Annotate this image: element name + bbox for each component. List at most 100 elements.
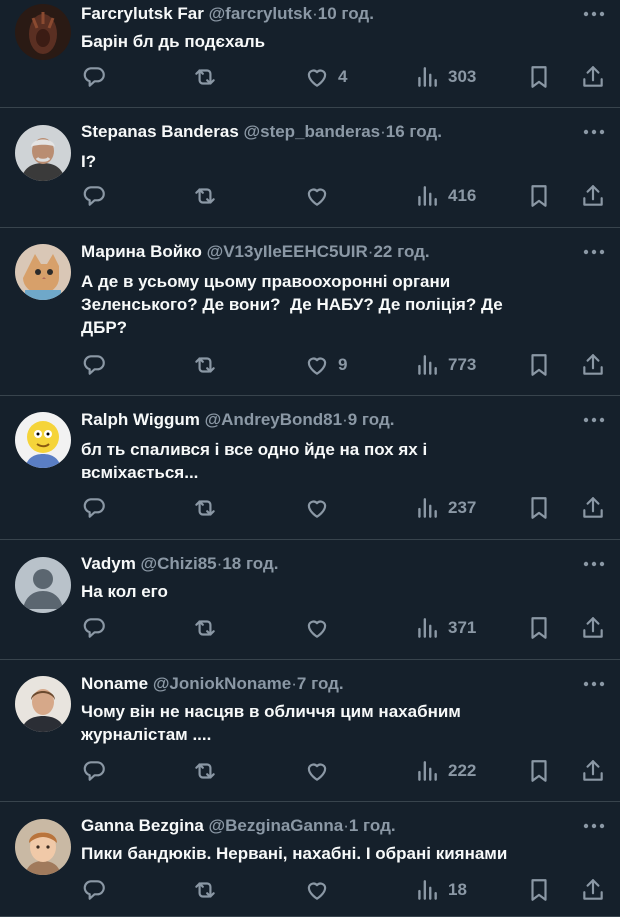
more-options-icon[interactable]	[580, 816, 608, 836]
share-button[interactable]	[580, 493, 606, 523]
retweet-button[interactable]	[192, 613, 218, 643]
views-count: 303	[448, 67, 477, 86]
more-options-icon[interactable]	[580, 4, 608, 24]
reply-button[interactable]	[81, 181, 107, 211]
views-count: 773	[448, 355, 477, 374]
timestamp[interactable]: 18 год.	[222, 554, 278, 573]
views-button[interactable]: 237	[414, 493, 476, 523]
retweet-icon	[192, 758, 218, 784]
display-name[interactable]: Ralph Wiggum	[81, 410, 200, 429]
bookmark-button[interactable]	[526, 62, 552, 92]
reply-button[interactable]	[81, 875, 107, 905]
retweet-button[interactable]	[192, 875, 218, 905]
share-button[interactable]	[580, 875, 606, 905]
reply-icon	[81, 877, 107, 903]
like-button[interactable]	[304, 181, 338, 211]
views-button[interactable]: 303	[414, 62, 476, 92]
retweet-button[interactable]	[192, 350, 218, 380]
timestamp[interactable]: 22 год.	[373, 242, 429, 261]
retweet-icon	[192, 352, 218, 378]
more-options-icon[interactable]	[580, 554, 608, 574]
retweet-button[interactable]	[192, 756, 218, 786]
timestamp[interactable]: 16 год.	[386, 122, 442, 141]
retweet-button[interactable]	[192, 62, 218, 92]
display-name[interactable]: Noname	[81, 674, 148, 693]
tweet[interactable]: Farcrylutsk Far @farcrylutsk·10 год. Барі…	[0, 0, 620, 108]
more-options-icon[interactable]	[580, 674, 608, 694]
timestamp[interactable]: 7 год.	[297, 674, 344, 693]
tweet[interactable]: Stepanas Banderas @step_banderas·16 год.…	[0, 108, 620, 228]
bookmark-button[interactable]	[526, 181, 552, 211]
tweet-actions: 18	[0, 875, 620, 905]
tweet-actions: 222	[0, 756, 620, 786]
tweet[interactable]: Марина Войко @V13yIleEEHC5UIR·22 год. А д…	[0, 228, 620, 396]
display-name[interactable]: Vadym	[81, 554, 136, 573]
like-button[interactable]: 9	[304, 350, 347, 380]
share-button[interactable]	[580, 756, 606, 786]
tweet-text: Чому він не насцяв в обличчя цим нахабни…	[81, 702, 461, 744]
tweet[interactable]: Vadym @Chizi85·18 год. На кол его 371	[0, 540, 620, 660]
username-handle[interactable]: @farcrylutsk	[209, 4, 313, 23]
avatar[interactable]	[15, 4, 71, 60]
more-options-icon[interactable]	[580, 122, 608, 142]
reply-button[interactable]	[81, 493, 107, 523]
display-name[interactable]: Farcrylutsk Far	[81, 4, 204, 23]
display-name[interactable]: Марина Войко	[81, 242, 202, 261]
tweet-text: Барін бл дь подєхаль	[81, 32, 266, 51]
share-button[interactable]	[580, 350, 606, 380]
tweet[interactable]: Noname @JoniokNoname·7 год. Чому він не н…	[0, 660, 620, 802]
retweet-button[interactable]	[192, 493, 218, 523]
tweet[interactable]: Ganna Bezgina @BezginaGanna·1 год. Пики б…	[0, 802, 620, 917]
views-button[interactable]: 18	[414, 875, 467, 905]
views-button[interactable]: 416	[414, 181, 476, 211]
display-name[interactable]: Ganna Bezgina	[81, 816, 204, 835]
username-handle[interactable]: @V13yIleEEHC5UIR	[207, 242, 368, 261]
like-icon	[304, 495, 330, 521]
views-button[interactable]: 222	[414, 756, 476, 786]
like-button[interactable]: 4	[304, 62, 347, 92]
avatar[interactable]	[15, 819, 71, 875]
username-handle[interactable]: @step_banderas	[244, 122, 381, 141]
bookmark-button[interactable]	[526, 613, 552, 643]
more-options-icon[interactable]	[580, 410, 608, 430]
bookmark-button[interactable]	[526, 493, 552, 523]
tweet-text: І?	[81, 152, 97, 171]
avatar[interactable]	[15, 125, 71, 181]
views-button[interactable]: 371	[414, 613, 476, 643]
username-handle[interactable]: @AndreyBond81	[205, 410, 343, 429]
reply-button[interactable]	[81, 350, 107, 380]
like-icon	[304, 64, 330, 90]
share-button[interactable]	[580, 181, 606, 211]
like-button[interactable]	[304, 756, 338, 786]
avatar[interactable]	[15, 676, 71, 732]
username-handle[interactable]: @JoniokNoname	[153, 674, 291, 693]
timestamp[interactable]: 10 год.	[318, 4, 374, 23]
bookmark-icon	[526, 64, 552, 90]
reply-button[interactable]	[81, 613, 107, 643]
reply-button[interactable]	[81, 62, 107, 92]
bookmark-button[interactable]	[526, 350, 552, 380]
share-button[interactable]	[580, 62, 606, 92]
tweet-header: Noname @JoniokNoname·7 год.	[81, 672, 344, 696]
tweet[interactable]: Ralph Wiggum @AndreyBond81·9 год. бл ть с…	[0, 396, 620, 540]
bookmark-button[interactable]	[526, 756, 552, 786]
like-button[interactable]	[304, 493, 338, 523]
avatar[interactable]	[15, 412, 71, 468]
avatar[interactable]	[15, 244, 71, 300]
share-button[interactable]	[580, 613, 606, 643]
reply-icon	[81, 352, 107, 378]
reply-button[interactable]	[81, 756, 107, 786]
username-handle[interactable]: @BezginaGanna	[209, 816, 344, 835]
timestamp[interactable]: 9 год.	[348, 410, 395, 429]
more-options-icon[interactable]	[580, 242, 608, 262]
views-button[interactable]: 773	[414, 350, 476, 380]
bookmark-button[interactable]	[526, 875, 552, 905]
tweet-actions: 4 303	[0, 62, 620, 92]
username-handle[interactable]: @Chizi85	[141, 554, 217, 573]
timestamp[interactable]: 1 год.	[349, 816, 396, 835]
like-button[interactable]	[304, 613, 338, 643]
display-name[interactable]: Stepanas Banderas	[81, 122, 239, 141]
avatar[interactable]	[15, 557, 71, 613]
retweet-button[interactable]	[192, 181, 218, 211]
like-button[interactable]	[304, 875, 338, 905]
